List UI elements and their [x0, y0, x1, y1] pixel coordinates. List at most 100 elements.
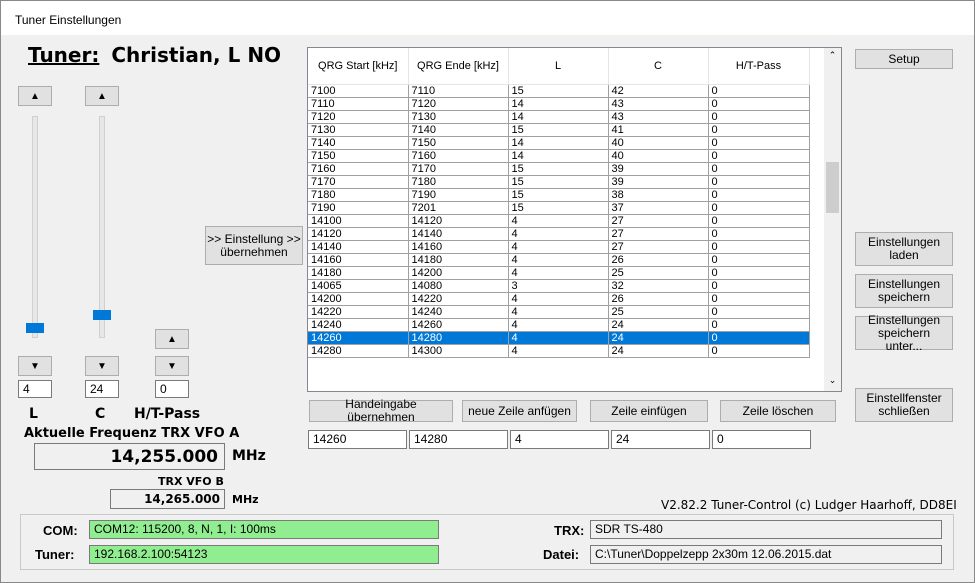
table-cell[interactable]: 4 — [508, 292, 609, 306]
table-scrollbar[interactable]: ⌃ ⌄ — [824, 48, 841, 391]
l-up-button[interactable]: ▲ — [18, 86, 52, 106]
table-cell[interactable]: 4 — [508, 305, 609, 319]
table-cell[interactable]: 7140 — [308, 136, 409, 150]
table-cell[interactable]: 14180 — [308, 266, 409, 280]
table-cell[interactable]: 7180 — [408, 175, 509, 189]
scrollbar-thumb[interactable] — [826, 162, 839, 213]
table-row[interactable]: 7180 7190 15 38 0 — [308, 188, 810, 202]
table-cell[interactable]: 0 — [708, 318, 810, 332]
table-cell[interactable]: 43 — [608, 110, 709, 124]
table-cell[interactable]: 0 — [708, 110, 810, 124]
delete-row-button[interactable]: Zeile löschen — [720, 400, 836, 422]
table-row[interactable]: 7140 7150 14 40 0 — [308, 136, 810, 150]
table-row[interactable]: 7100 7110 15 42 0 — [308, 84, 810, 98]
table-cell[interactable]: 4 — [508, 214, 609, 228]
table-row[interactable]: 14200 14220 4 26 0 — [308, 292, 810, 306]
table-cell[interactable]: 4 — [508, 240, 609, 254]
column-header[interactable]: L — [508, 48, 609, 85]
table-cell[interactable]: 14280 — [308, 344, 409, 358]
table-row[interactable]: 14140 14160 4 27 0 — [308, 240, 810, 254]
column-header[interactable]: C — [608, 48, 709, 85]
table-cell[interactable]: 15 — [508, 188, 609, 202]
table-row[interactable]: 14220 14240 4 25 0 — [308, 305, 810, 319]
table-cell[interactable]: 14120 — [308, 227, 409, 241]
table-cell[interactable]: 4 — [508, 266, 609, 280]
htpass-up-button[interactable]: ▲ — [155, 329, 189, 349]
table-cell[interactable]: 26 — [608, 253, 709, 267]
table-cell[interactable]: 24 — [608, 318, 709, 332]
table-row[interactable]: 14065 14080 3 32 0 — [308, 279, 810, 293]
table-cell[interactable]: 0 — [708, 305, 810, 319]
table-row[interactable]: 7170 7180 15 39 0 — [308, 175, 810, 189]
table-cell[interactable]: 0 — [708, 292, 810, 306]
table-row[interactable]: 14240 14260 4 24 0 — [308, 318, 810, 332]
table-cell[interactable]: 14180 — [408, 253, 509, 267]
htpass-down-button[interactable]: ▼ — [155, 356, 189, 376]
table-cell[interactable]: 27 — [608, 227, 709, 241]
table-cell[interactable]: 7190 — [408, 188, 509, 202]
table-cell[interactable]: 15 — [508, 201, 609, 215]
edit-qrg-start-field[interactable]: 14260 — [308, 430, 407, 449]
table-cell[interactable]: 7120 — [308, 110, 409, 124]
table-cell[interactable]: 0 — [708, 214, 810, 228]
column-header[interactable]: H/T-Pass — [708, 48, 810, 85]
table-cell[interactable]: 14160 — [308, 253, 409, 267]
table-cell[interactable]: 14220 — [408, 292, 509, 306]
table-cell[interactable]: 7160 — [308, 162, 409, 176]
table-cell[interactable]: 15 — [508, 175, 609, 189]
table-cell[interactable]: 0 — [708, 84, 810, 98]
table-cell[interactable]: 14140 — [408, 227, 509, 241]
table-cell[interactable]: 0 — [708, 188, 810, 202]
table-cell[interactable]: 15 — [508, 162, 609, 176]
table-row[interactable]: 7190 7201 15 37 0 — [308, 201, 810, 215]
table-cell[interactable]: 43 — [608, 97, 709, 111]
table-cell[interactable]: 0 — [708, 253, 810, 267]
table-cell[interactable]: 7180 — [308, 188, 409, 202]
table-cell[interactable]: 14240 — [308, 318, 409, 332]
table-cell[interactable]: 7110 — [308, 97, 409, 111]
chevron-down-icon[interactable]: ⌄ — [824, 375, 841, 389]
table-row[interactable]: 14120 14140 4 27 0 — [308, 227, 810, 241]
table-cell[interactable]: 0 — [708, 227, 810, 241]
table-cell[interactable]: 0 — [708, 175, 810, 189]
table-cell[interactable]: 26 — [608, 292, 709, 306]
table-cell[interactable]: 14 — [508, 149, 609, 163]
table-row[interactable]: 14260 14280 4 24 0 — [308, 331, 810, 345]
table-cell[interactable]: 14140 — [308, 240, 409, 254]
table-cell[interactable]: 14260 — [308, 331, 409, 345]
edit-htpass-field[interactable]: 0 — [712, 430, 811, 449]
table-row[interactable]: 14280 14300 4 24 0 — [308, 344, 810, 358]
table-cell[interactable]: 0 — [708, 97, 810, 111]
l-value-field[interactable]: 4 — [18, 380, 52, 398]
table-cell[interactable]: 14200 — [408, 266, 509, 280]
table-cell[interactable]: 0 — [708, 331, 810, 345]
table-cell[interactable]: 7170 — [408, 162, 509, 176]
table-cell[interactable]: 14280 — [408, 331, 509, 345]
table-cell[interactable]: 7170 — [308, 175, 409, 189]
table-cell[interactable]: 7150 — [308, 149, 409, 163]
table-cell[interactable]: 14100 — [308, 214, 409, 228]
table-cell[interactable]: 7160 — [408, 149, 509, 163]
table-cell[interactable]: 14065 — [308, 279, 409, 293]
table-cell[interactable]: 15 — [508, 123, 609, 137]
table-cell[interactable]: 14260 — [408, 318, 509, 332]
table-cell[interactable]: 37 — [608, 201, 709, 215]
save-settings-button[interactable]: Einstellungen speichern — [855, 274, 953, 308]
table-row[interactable]: 7120 7130 14 43 0 — [308, 110, 810, 124]
table-cell[interactable]: 27 — [608, 240, 709, 254]
table-cell[interactable]: 4 — [508, 318, 609, 332]
table-cell[interactable]: 38 — [608, 188, 709, 202]
table-cell[interactable]: 32 — [608, 279, 709, 293]
table-row[interactable]: 7150 7160 14 40 0 — [308, 149, 810, 163]
l-slider-thumb[interactable] — [26, 323, 44, 333]
table-row[interactable]: 7110 7120 14 43 0 — [308, 97, 810, 111]
table-cell[interactable]: 4 — [508, 331, 609, 345]
close-window-button[interactable]: Einstellfenster schließen — [855, 388, 953, 422]
table-cell[interactable]: 14120 — [408, 214, 509, 228]
table-cell[interactable]: 7120 — [408, 97, 509, 111]
table-cell[interactable]: 7130 — [308, 123, 409, 137]
column-header[interactable]: QRG Ende [kHz] — [408, 48, 509, 85]
table-cell[interactable]: 15 — [508, 84, 609, 98]
table-cell[interactable]: 27 — [608, 214, 709, 228]
table-cell[interactable]: 14200 — [308, 292, 409, 306]
